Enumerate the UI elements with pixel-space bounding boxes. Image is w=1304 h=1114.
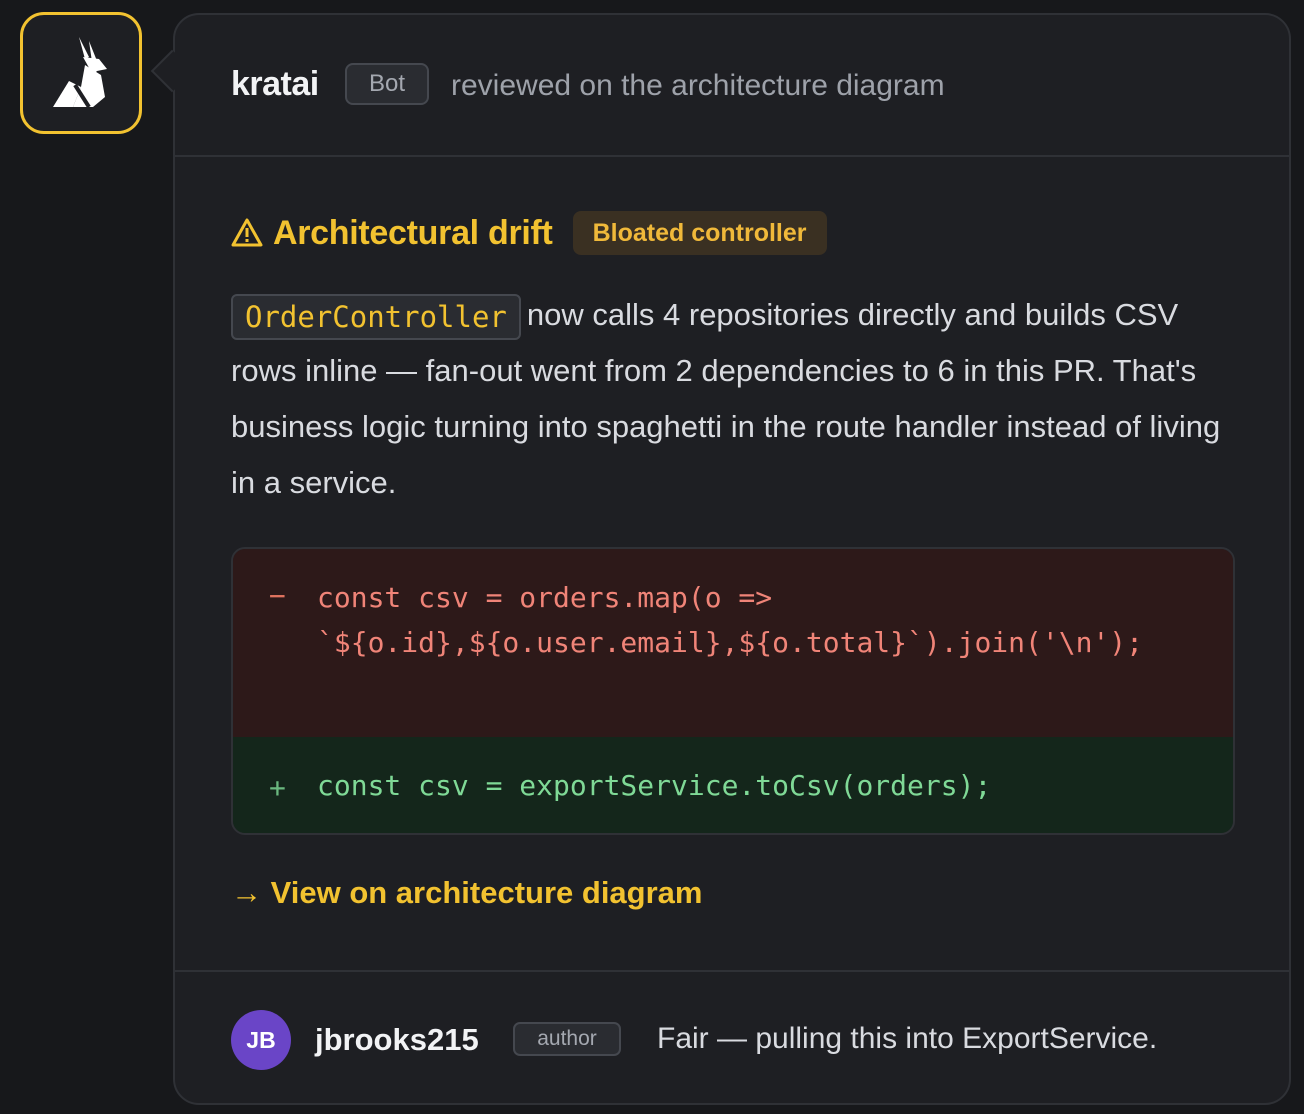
diff-minus-sign: − <box>269 579 286 612</box>
finding-description: OrderController now calls 4 repositories … <box>231 287 1231 511</box>
review-action-text: reviewed on the architecture diagram <box>451 69 945 102</box>
finding-title: Architectural drift <box>273 213 553 252</box>
reply-username[interactable]: jbrooks215 <box>315 1022 479 1058</box>
view-diagram-link[interactable]: → View on architecture diagram <box>231 875 702 911</box>
avatar[interactable]: JB <box>231 1010 291 1070</box>
view-diagram-link-label: View on architecture diagram <box>270 875 703 910</box>
bot-badge: Bot <box>345 63 429 105</box>
review-comment-card: kratai Bot reviewed on the architecture … <box>173 13 1291 1105</box>
reply-text: Fair — pulling this into ExportService. <box>657 1022 1158 1055</box>
comment-header: kratai Bot reviewed on the architecture … <box>175 15 1289 157</box>
reply-comment: JB jbrooks215 author Fair — pulling this… <box>175 970 1289 1103</box>
finding-tag: Bloated controller <box>572 211 827 255</box>
diff-removed-code: const csv = orders.map(o => `${o.id},${o… <box>317 581 1144 659</box>
reviewer-username[interactable]: kratai <box>231 65 319 104</box>
finding-title-row: Architectural drift Bloated controller <box>231 211 827 255</box>
diff-removed-line: − const csv = orders.map(o => `${o.id},$… <box>233 549 1233 737</box>
arrow-right-icon: → <box>231 875 262 910</box>
diff-plus-sign: + <box>269 771 286 804</box>
author-badge: author <box>513 1022 621 1056</box>
code-diff-block: − const csv = orders.map(o => `${o.id},$… <box>231 547 1235 835</box>
inline-code-class-name: OrderController <box>231 293 521 340</box>
bot-avatar[interactable] <box>20 12 142 134</box>
diff-added-line: + const csv = exportService.toCsv(orders… <box>233 737 1233 833</box>
diff-added-code: const csv = exportService.toCsv(orders); <box>317 769 992 802</box>
warning-icon <box>231 218 263 247</box>
rabbit-logo-icon <box>53 37 107 109</box>
